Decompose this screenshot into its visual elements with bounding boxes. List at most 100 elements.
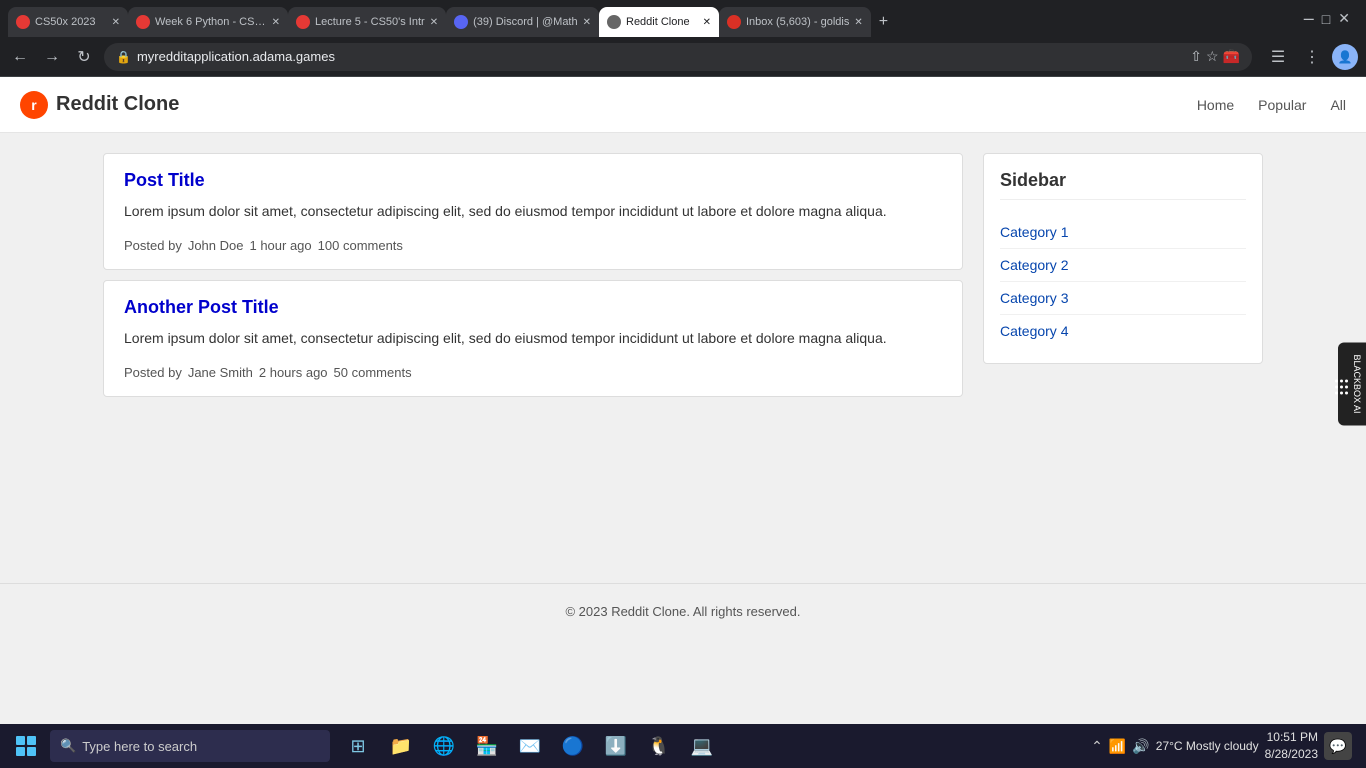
post-card-1: Post Title Lorem ipsum dolor sit amet, c… <box>103 153 963 270</box>
window-close[interactable]: ✕ <box>1338 10 1350 27</box>
file-explorer-icon[interactable]: 📁 <box>381 726 421 766</box>
tab-close-icon[interactable]: ✕ <box>430 17 438 28</box>
tab-favicon <box>296 15 310 29</box>
address-bar-row: ← → ↻ 🔒 myredditapplication.adama.games … <box>0 37 1366 77</box>
chrome-icon[interactable]: 🔵 <box>553 726 593 766</box>
sidebar-toggle-icon[interactable]: ☰ <box>1264 43 1292 71</box>
store-icon[interactable]: 🏪 <box>467 726 507 766</box>
start-button[interactable] <box>6 726 46 766</box>
nav-all[interactable]: All <box>1330 97 1346 113</box>
address-bar-icons: ⇧ ☆ 🧰 <box>1190 48 1240 65</box>
app-title: Reddit Clone <box>56 93 179 116</box>
posts-column: Post Title Lorem ipsum dolor sit amet, c… <box>103 153 963 563</box>
downloader-icon[interactable]: ⬇️ <box>596 726 636 766</box>
windows-logo <box>16 736 36 756</box>
taskbar: 🔍 Type here to search ⊞ 📁 🌐 🏪 ✉️ 🔵 ⬇️ 🐧 … <box>0 724 1366 768</box>
tab-cs50x[interactable]: CS50x 2023 ✕ <box>8 7 128 37</box>
post-title-2[interactable]: Another Post Title <box>124 297 942 318</box>
logo-symbol: r <box>31 97 36 113</box>
post-time-1: 1 hour ago <box>249 238 311 253</box>
taskbar-search[interactable]: 🔍 Type here to search <box>50 730 330 762</box>
posted-by-label-2: Posted by <box>124 365 182 380</box>
browser-tabs-bar: CS50x 2023 ✕ Week 6 Python - CS50 ✕ Lect… <box>0 0 1366 37</box>
tab-label: Week 6 Python - CS50 <box>155 16 267 28</box>
browser-window-controls: – □ ✕ <box>1304 8 1358 29</box>
app-footer: © 2023 Reddit Clone. All rights reserved… <box>0 583 1366 639</box>
tab-close-icon[interactable]: ✕ <box>112 17 120 28</box>
task-view-icon[interactable]: ⊞ <box>338 726 378 766</box>
post-body-2: Lorem ipsum dolor sit amet, consectetur … <box>124 328 942 349</box>
chevron-up-icon[interactable]: ⌃ <box>1091 738 1103 755</box>
post-title-1[interactable]: Post Title <box>124 170 942 191</box>
mail-icon[interactable]: ✉️ <box>510 726 550 766</box>
app-header: r Reddit Clone Home Popular All <box>0 77 1366 133</box>
tab-favicon <box>136 15 150 29</box>
edge-icon[interactable]: 🌐 <box>424 726 464 766</box>
nav-home[interactable]: Home <box>1197 97 1234 113</box>
tab-favicon <box>454 15 468 29</box>
tab-favicon <box>16 15 30 29</box>
time-display: 10:51 PM <box>1265 729 1318 746</box>
vscode-icon[interactable]: 💻 <box>682 726 722 766</box>
date-display: 8/28/2023 <box>1265 746 1318 763</box>
tab-close-icon[interactable]: ✕ <box>272 17 280 28</box>
tab-label: (39) Discord | @Math <box>473 16 578 28</box>
search-icon: 🔍 <box>60 738 76 754</box>
footer-text: © 2023 Reddit Clone. All rights reserved… <box>565 604 800 619</box>
share-icon[interactable]: ⇧ <box>1190 48 1202 65</box>
nav-popular[interactable]: Popular <box>1258 97 1306 113</box>
tab-close-icon[interactable]: ✕ <box>854 17 862 28</box>
network-icon[interactable]: 📶 <box>1109 738 1126 755</box>
sidebar-categories: Category 1 Category 2 Category 3 Categor… <box>1000 216 1246 347</box>
window-minimize[interactable]: – <box>1304 8 1314 29</box>
bookmark-icon[interactable]: ☆ <box>1206 48 1219 65</box>
lock-icon: 🔒 <box>116 50 131 64</box>
logo-icon: r <box>20 91 48 119</box>
back-button[interactable]: ← <box>8 45 32 69</box>
category-3[interactable]: Category 3 <box>1000 282 1246 315</box>
tab-gmail[interactable]: Inbox (5,603) - goldis ✕ <box>719 7 871 37</box>
url-text: myredditapplication.adama.games <box>137 49 1184 64</box>
profile-avatar[interactable]: 👤 <box>1332 44 1358 70</box>
blackbox-ai-sidebar[interactable]: BLACKBOX AI <box>1338 342 1366 425</box>
tab-discord[interactable]: (39) Discord | @Math ✕ <box>446 7 599 37</box>
address-bar[interactable]: 🔒 myredditapplication.adama.games ⇧ ☆ 🧰 <box>104 43 1252 71</box>
tab-label: Reddit Clone <box>626 16 690 28</box>
tab-close-icon[interactable]: ✕ <box>583 17 591 28</box>
more-options-icon[interactable]: ⋮ <box>1298 43 1326 71</box>
tab-label: CS50x 2023 <box>35 16 96 28</box>
volume-icon[interactable]: 🔊 <box>1132 738 1149 755</box>
sidebar: Sidebar Category 1 Category 2 Category 3… <box>983 153 1263 563</box>
nav-links: Home Popular All <box>1197 97 1346 113</box>
clock[interactable]: 10:51 PM 8/28/2023 <box>1265 729 1318 763</box>
refresh-button[interactable]: ↻ <box>72 45 96 69</box>
post-meta-1: Posted by John Doe 1 hour ago 100 commen… <box>124 238 942 253</box>
post-comments-2[interactable]: 50 comments <box>334 365 412 380</box>
category-2[interactable]: Category 2 <box>1000 249 1246 282</box>
new-tab-button[interactable]: + <box>871 7 907 37</box>
search-placeholder-text: Type here to search <box>82 739 197 754</box>
extensions-icon[interactable]: 🧰 <box>1223 48 1240 65</box>
tab-lecture5[interactable]: Lecture 5 - CS50's Intr ✕ <box>288 7 446 37</box>
window-maximize[interactable]: □ <box>1322 11 1330 27</box>
tab-reddit-clone[interactable]: Reddit Clone ✕ <box>599 7 719 37</box>
category-4[interactable]: Category 4 <box>1000 315 1246 347</box>
sidebar-card: Sidebar Category 1 Category 2 Category 3… <box>983 153 1263 364</box>
post-card-2: Another Post Title Lorem ipsum dolor sit… <box>103 280 963 397</box>
forward-button[interactable]: → <box>40 45 64 69</box>
category-1[interactable]: Category 1 <box>1000 216 1246 249</box>
tab-close-icon[interactable]: ✕ <box>703 17 711 28</box>
taskbar-pinned-icons: ⊞ 📁 🌐 🏪 ✉️ 🔵 ⬇️ 🐧 💻 <box>338 726 722 766</box>
post-time-2: 2 hours ago <box>259 365 328 380</box>
ubuntu-icon[interactable]: 🐧 <box>639 726 679 766</box>
post-meta-2: Posted by Jane Smith 2 hours ago 50 comm… <box>124 365 942 380</box>
blackbox-label: BLACKBOX AI <box>1352 354 1362 413</box>
post-author-2: Jane Smith <box>188 365 253 380</box>
tab-label: Lecture 5 - CS50's Intr <box>315 16 425 28</box>
tab-python[interactable]: Week 6 Python - CS50 ✕ <box>128 7 288 37</box>
notification-center[interactable]: 💬 <box>1324 732 1352 760</box>
post-author-1: John Doe <box>188 238 244 253</box>
blackbox-dots <box>1335 379 1348 395</box>
post-comments-1[interactable]: 100 comments <box>318 238 403 253</box>
tab-label: Inbox (5,603) - goldis <box>746 16 849 28</box>
